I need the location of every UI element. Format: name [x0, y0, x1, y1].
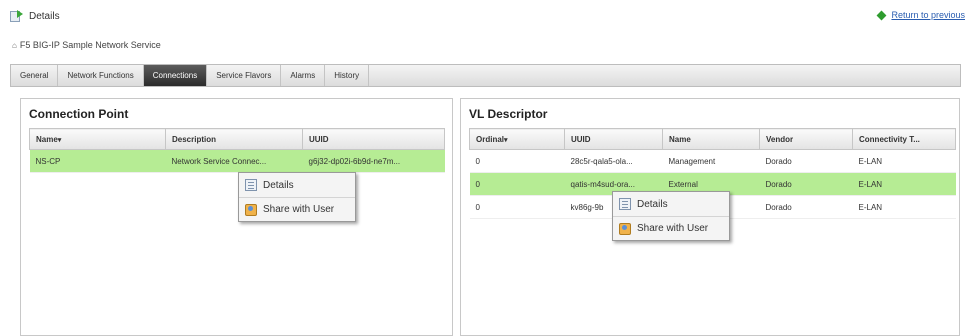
menu-item-label: Share with User	[637, 223, 709, 234]
home-icon: ⌂	[12, 40, 17, 50]
cell-vendor: Dorado	[759, 149, 853, 173]
connection-point-table: Name▾ Description UUID NS-CP Network Ser…	[29, 128, 445, 173]
menu-item-details[interactable]: Details	[239, 173, 355, 197]
cell-connectivity-type: E-LAN	[852, 172, 956, 196]
connection-point-context-menu: Details Share with User	[238, 172, 356, 222]
vl-descriptor-title: VL Descriptor	[469, 107, 548, 121]
column-header-uuid[interactable]: UUID	[564, 128, 663, 150]
sort-desc-icon: ▾	[57, 136, 62, 144]
share-user-icon	[619, 222, 631, 235]
column-header-name[interactable]: Name	[662, 128, 760, 150]
sort-desc-icon: ▾	[504, 136, 508, 144]
tab-history[interactable]: History	[325, 65, 370, 86]
breadcrumb: ⌂ F5 BIG-IP Sample Network Service	[12, 40, 161, 50]
column-header-connectivity-type[interactable]: Connectivity T...	[852, 128, 956, 150]
cell-connectivity-type: E-LAN	[852, 149, 956, 173]
cell-name: NS-CP	[29, 149, 166, 173]
column-header-description[interactable]: Description	[165, 128, 303, 150]
service-name: F5 BIG-IP Sample Network Service	[19, 40, 161, 50]
column-header-ordinal[interactable]: Ordinal▾	[469, 128, 565, 150]
menu-item-label: Share with User	[263, 204, 335, 215]
table-header-row: Name▾ Description UUID	[29, 128, 445, 150]
return-to-previous[interactable]: Return to previous	[877, 10, 965, 20]
tab-network-functions[interactable]: Network Functions	[58, 65, 144, 86]
column-header-uuid[interactable]: UUID	[302, 128, 445, 150]
column-header-name[interactable]: Name▾	[29, 128, 166, 150]
return-bullet-icon	[877, 10, 887, 20]
tab-service-flavors[interactable]: Service Flavors	[207, 65, 282, 86]
details-page-icon	[10, 10, 26, 22]
cell-vendor: Dorado	[759, 172, 853, 196]
details-menu-icon	[619, 198, 631, 210]
cell-uuid: 28c5r-qala5-ola...	[564, 149, 663, 173]
cell-ordinal: 0	[469, 149, 565, 173]
cell-ordinal: 0	[469, 195, 565, 219]
column-header-vendor[interactable]: Vendor	[759, 128, 853, 150]
tab-bar: General Network Functions Connections Se…	[10, 64, 961, 87]
cell-connectivity-type: E-LAN	[852, 195, 956, 219]
menu-item-share-with-user[interactable]: Share with User	[613, 216, 729, 240]
details-menu-icon	[245, 179, 257, 191]
connection-point-title: Connection Point	[29, 107, 129, 121]
share-user-icon	[245, 203, 257, 216]
table-row[interactable]: 0 28c5r-qala5-ola... Management Dorado E…	[469, 149, 956, 173]
cell-name: Management	[662, 149, 760, 173]
return-to-previous-link[interactable]: Return to previous	[891, 10, 965, 20]
cell-description: Network Service Connec...	[165, 149, 303, 173]
vl-descriptor-context-menu: Details Share with User	[612, 191, 730, 241]
tab-general[interactable]: General	[11, 65, 59, 86]
cell-uuid: g6j32-dp02i-6b9d-ne7m...	[302, 149, 445, 173]
page-title: Details	[29, 10, 60, 22]
cell-ordinal: 0	[469, 172, 565, 196]
menu-item-share-with-user[interactable]: Share with User	[239, 197, 355, 221]
table-row[interactable]: NS-CP Network Service Connec... g6j32-dp…	[29, 149, 445, 173]
connection-point-panel: Connection Point Name▾ Description UUID …	[20, 98, 453, 336]
menu-item-label: Details	[263, 179, 294, 191]
table-header-row: Ordinal▾ UUID Name Vendor Connectivity T…	[469, 128, 956, 150]
page-header: Details	[10, 8, 60, 24]
cell-vendor: Dorado	[759, 195, 853, 219]
menu-item-label: Details	[637, 198, 668, 210]
menu-item-details[interactable]: Details	[613, 192, 729, 216]
tab-connections[interactable]: Connections	[143, 65, 208, 86]
tab-alarms[interactable]: Alarms	[281, 65, 326, 86]
